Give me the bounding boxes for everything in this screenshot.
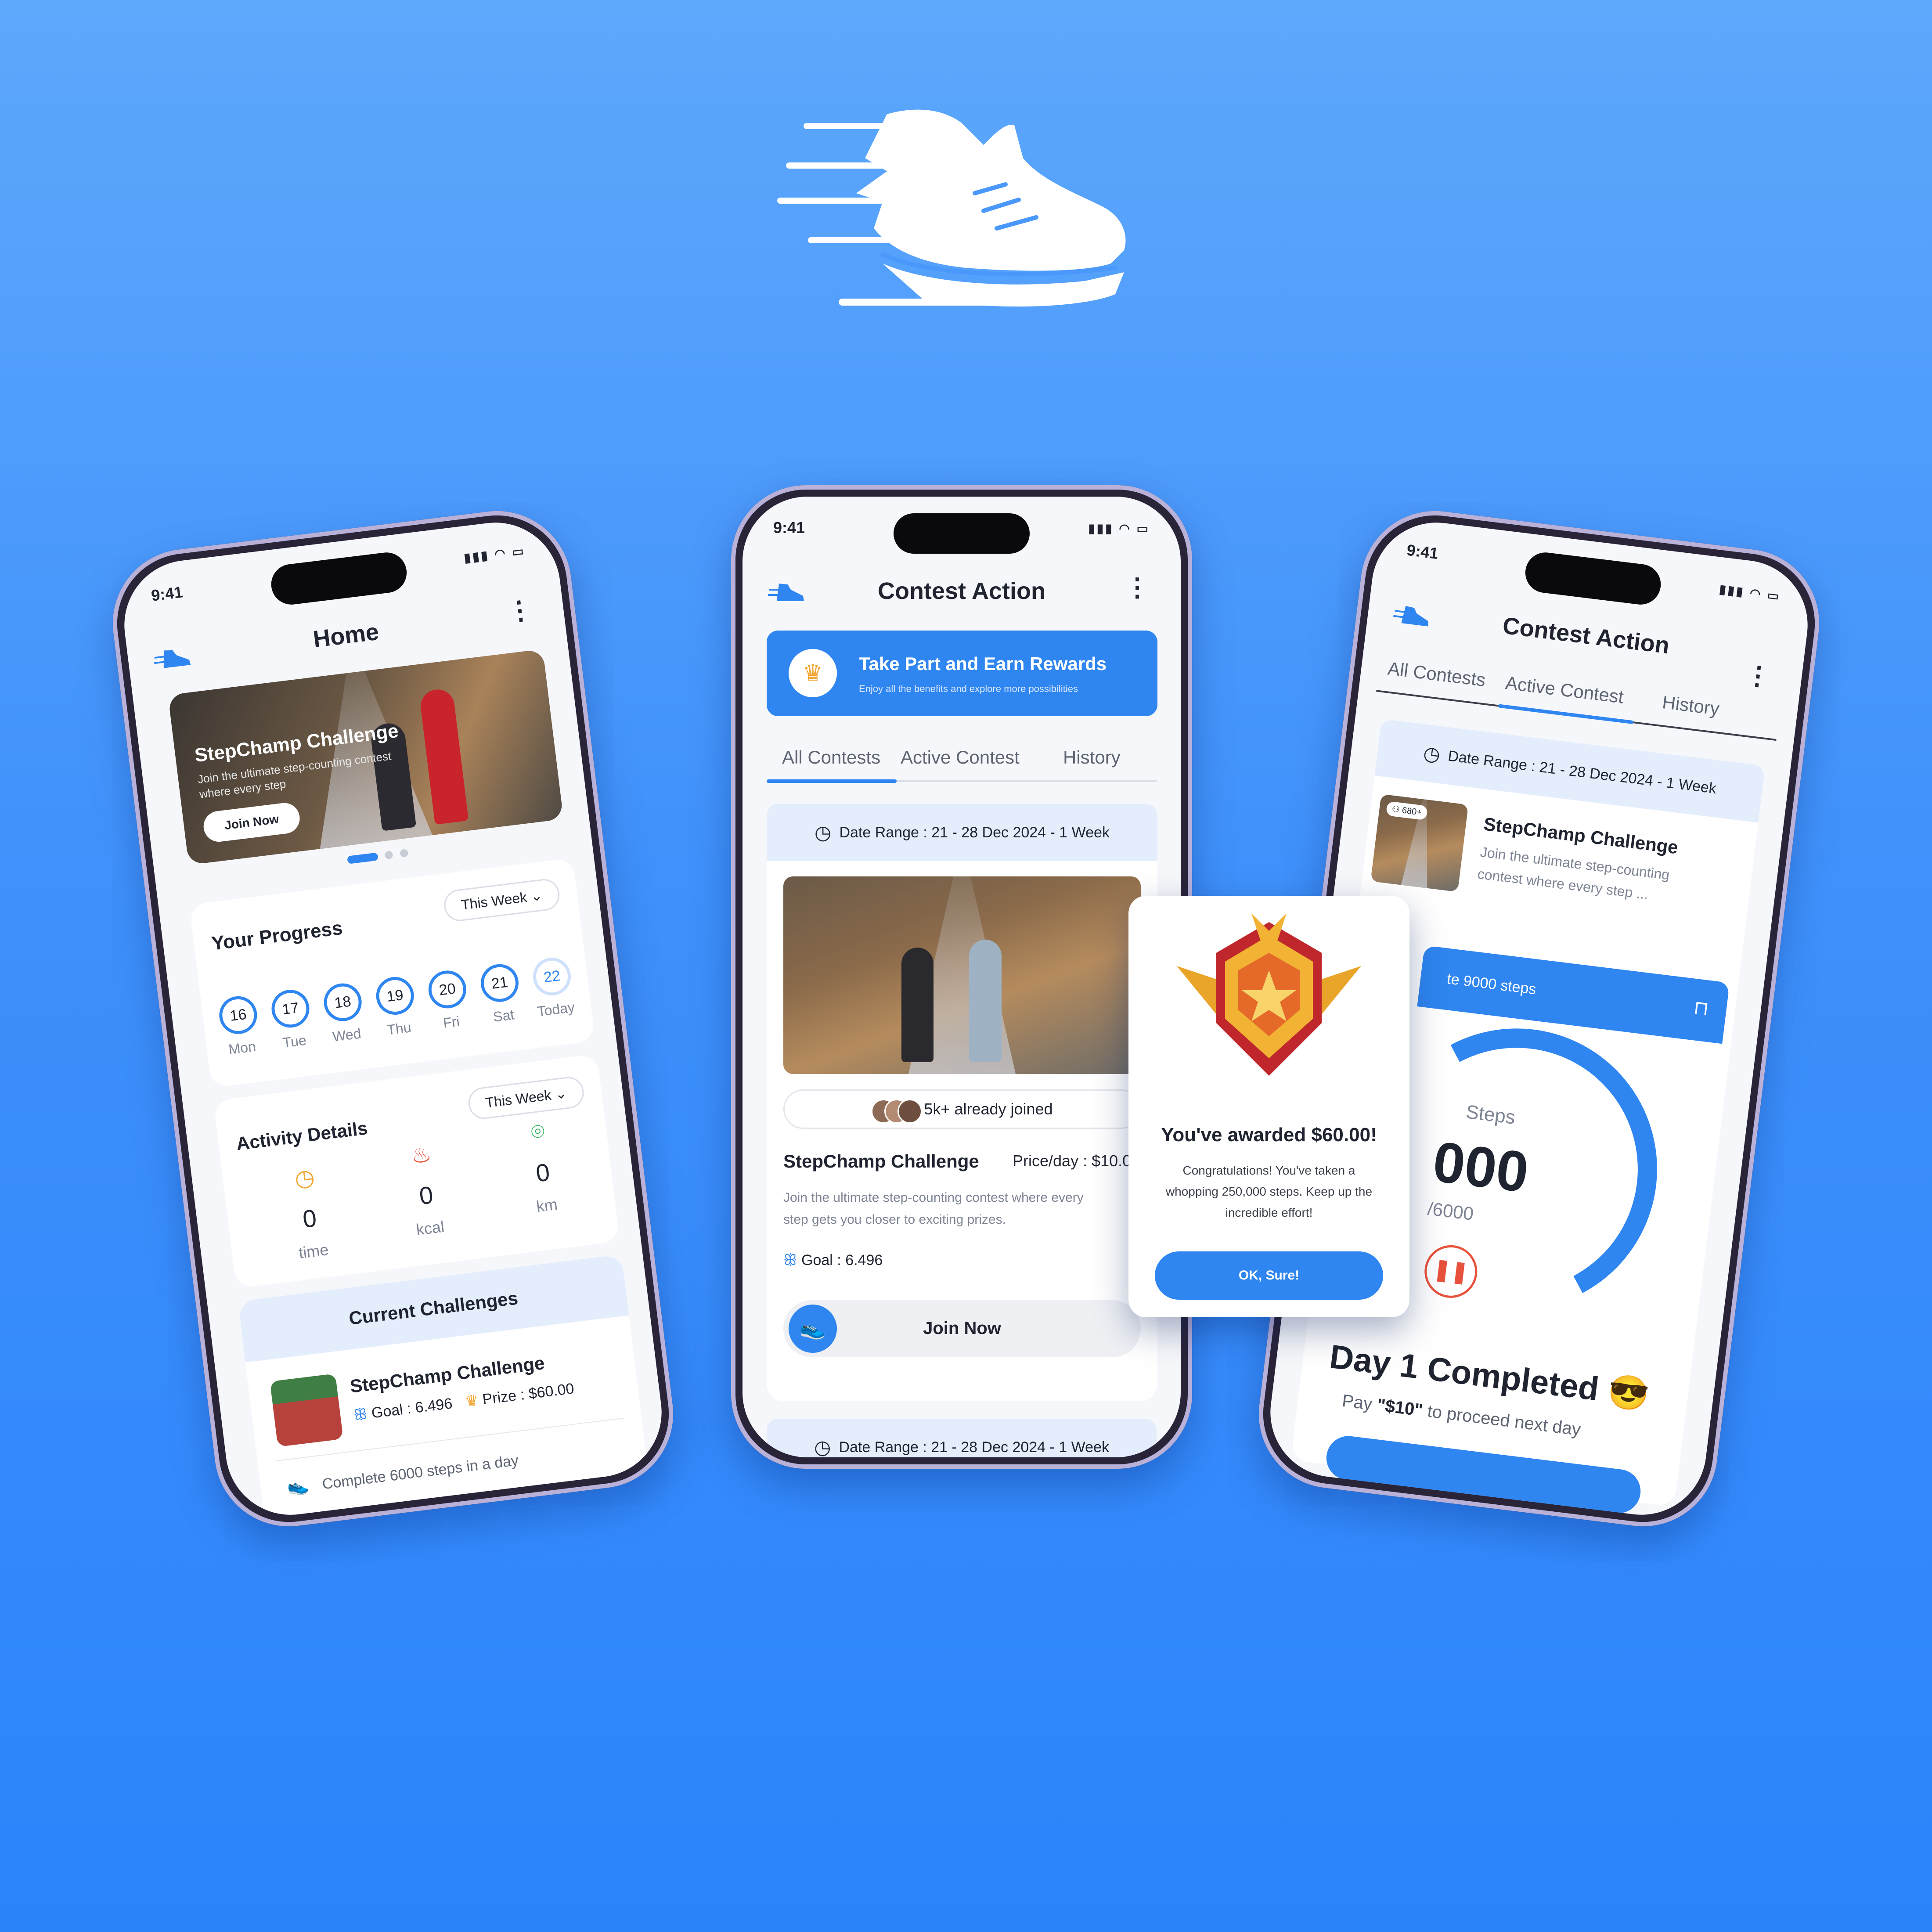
page-title: Contest Action [878, 578, 1045, 604]
day-item[interactable]: 18 Wed [319, 981, 370, 1046]
progress-title: Your Progress [210, 917, 344, 955]
current-challenges-card: Current Challenges StepChamp Challenge ꕥ… [238, 1254, 649, 1522]
modal-body: whopping 250,000 steps. Keep up the [1165, 1185, 1373, 1198]
contest-tabs: All Contests Active Contest History [743, 734, 1181, 786]
clock-icon: ◷ [293, 1164, 316, 1192]
runner-photo [418, 688, 469, 825]
join-now-button[interactable]: 👟 Join Now [783, 1300, 1141, 1357]
status-time: 9:41 [1406, 541, 1439, 562]
contest-card: ◷ Date Range : 21 - 28 Dec 2024 - 1 Week … [767, 804, 1157, 1401]
week-filter-dropdown[interactable]: This Week ⌄ [442, 877, 562, 923]
app-logo-icon: 👟 [286, 1475, 310, 1497]
home-screen: 9:41 ▮▮▮ ◠ ▭ Home ⋮ StepChamp Challenge … [117, 515, 669, 1522]
award-modal: You've awarded $60.00! Congratulations! … [1128, 896, 1409, 1317]
chevron-down-icon: ⌄ [530, 887, 544, 905]
footprint-icon: ꕥ [783, 1252, 797, 1269]
challenge-desc: Join the ultimate step-counting contest … [783, 1190, 1084, 1205]
tab-history[interactable]: History [1063, 747, 1121, 768]
sunglasses-emoji: 😎 [1605, 1372, 1651, 1414]
signal-wifi-battery-icon: ▮▮▮ ◠ ▭ [463, 544, 526, 565]
runner-photo [969, 940, 1002, 1062]
challenge-thumbnail [270, 1373, 343, 1447]
more-menu-icon[interactable]: ⋮ [1125, 575, 1150, 600]
modal-body: incredible effort! [1225, 1206, 1313, 1219]
tab-all-contests[interactable]: All Contests [1387, 658, 1487, 691]
contest-thumbnail: ⚇ 680+ [1370, 794, 1469, 892]
challenge-price: Price/day : $10.0 [1013, 1152, 1132, 1170]
avatar-group [871, 1099, 923, 1124]
joined-pill: 5k+ already joined [783, 1089, 1141, 1129]
activity-title: Activity Details [235, 1117, 369, 1154]
more-menu-icon[interactable]: ⋮ [1744, 660, 1772, 692]
day-item[interactable]: 17 Tue [267, 988, 317, 1053]
challenge-name: StepChamp Challenge [783, 1151, 979, 1171]
activity-card: Activity Details This Week ⌄ ◷ 0 time ♨ 0 kc… [213, 1054, 620, 1289]
status-time: 9:41 [773, 519, 805, 537]
status-time: 9:41 [150, 583, 184, 605]
phone-home: 9:41 ▮▮▮ ◠ ▭ Home ⋮ StepChamp Challenge … [104, 502, 682, 1535]
participants-badge: ⚇ 680+ [1385, 801, 1428, 821]
task-label: te 9000 steps [1446, 970, 1537, 998]
clock-icon: ◷ [1422, 742, 1442, 766]
day-item[interactable]: 19 Thu [371, 974, 422, 1039]
tab-active-indicator [767, 779, 897, 783]
flame-icon: ♨ [409, 1141, 433, 1169]
ok-sure-button[interactable]: OK, Sure! [1155, 1251, 1383, 1300]
challenge-desc: step gets you closer to exciting prizes. [783, 1212, 1006, 1227]
tab-active-contest[interactable]: Active Contest [901, 747, 1020, 768]
signal-wifi-battery-icon: ▮▮▮ ◠ ▭ [1088, 522, 1150, 535]
modal-body: Congratulations! You've taken a [1182, 1164, 1355, 1177]
phone-contest: 9:41 ▮▮▮ ◠ ▭ Contest Action ⋮ ♛ Take Par… [731, 485, 1192, 1469]
signal-wifi-battery-icon: ▮▮▮ ◠ ▭ [1718, 582, 1782, 603]
chevron-down-icon: ⌄ [554, 1085, 568, 1103]
stat-km: ⌾ 0 km [482, 1112, 602, 1222]
carousel-dots[interactable] [347, 849, 409, 866]
contest-photo [783, 876, 1141, 1074]
gauge-value: 000 [1429, 1129, 1532, 1205]
date-range-band: ◷ Date Range : 21 - 28 Dec 2024 - 1 Week [767, 804, 1157, 861]
tab-all-contests[interactable]: All Contests [782, 747, 880, 768]
running-shoe-logo-icon [777, 109, 1126, 307]
day-item[interactable]: 21 Sat [476, 962, 526, 1027]
location-pin-icon: ⌾ [529, 1118, 546, 1146]
modal-title: You've awarded $60.00! [1161, 1124, 1377, 1146]
join-now-button[interactable]: Join Now [202, 801, 302, 844]
crown-icon: ♛ [464, 1391, 479, 1410]
footprint-icon: ꕥ [353, 1405, 369, 1424]
week-filter-dropdown[interactable]: This Week ⌄ [466, 1075, 586, 1121]
day-item[interactable]: 20 Fri [423, 968, 474, 1033]
tab-active-indicator [1498, 704, 1634, 724]
medal-badge-icon [1177, 913, 1361, 1076]
challenge-goal: ꕥ Goal : 6.496 [783, 1252, 883, 1269]
day-item[interactable]: 16 Mon [214, 994, 265, 1059]
runner-photo [901, 948, 934, 1062]
clock-icon: ◷ [814, 1436, 831, 1458]
contest-screen: 9:41 ▮▮▮ ◠ ▭ Contest Action ⋮ ♛ Take Par… [743, 497, 1181, 1457]
more-menu-icon[interactable]: ⋮ [505, 595, 534, 627]
stat-kcal: ♨ 0 kcal [365, 1135, 486, 1244]
day-item-today[interactable]: 22 Today [528, 955, 579, 1020]
pay-button[interactable] [1324, 1433, 1643, 1516]
date-range-band: ◷ Date Range : 21 - 28 Dec 2024 - 1 Week [767, 1419, 1157, 1457]
rewards-banner[interactable]: ♛ Take Part and Earn Rewards Enjoy all t… [767, 631, 1157, 716]
users-icon: ⚇ [1391, 804, 1400, 815]
unlock-icon[interactable]: ⊓ [1692, 996, 1710, 1020]
progress-card: Your Progress This Week ⌄ 16 Mon 17 Tue 18… [189, 858, 595, 1088]
stat-time: ◷ 0 time [249, 1158, 369, 1267]
rewards-subtitle: Enjoy all the benefits and explore more … [859, 683, 1078, 694]
rewards-title: Take Part and Earn Rewards [859, 653, 1107, 674]
tab-history[interactable]: History [1661, 692, 1720, 720]
status-bar: 9:41 ▮▮▮ ◠ ▭ [773, 519, 1150, 541]
challenge-footer: Complete 6000 steps in a day [321, 1452, 519, 1493]
clock-icon: ◷ [815, 822, 832, 843]
hero-banner[interactable]: StepChamp Challenge Join the ultimate st… [168, 649, 564, 865]
tab-active-contest[interactable]: Active Contest [1504, 672, 1625, 708]
crown-badge: ♛ [789, 649, 837, 697]
